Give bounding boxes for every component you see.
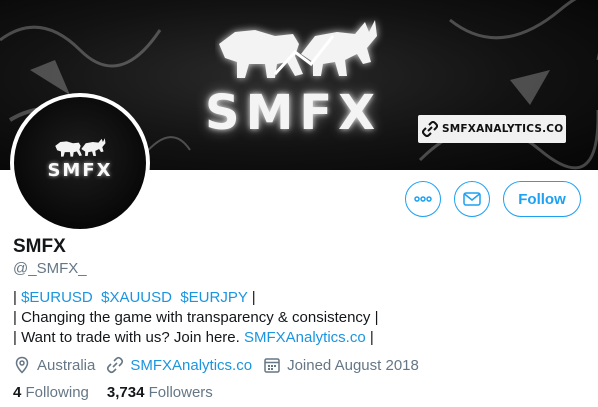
message-button[interactable]	[454, 181, 490, 217]
website-item: SMFXAnalytics.co	[106, 356, 252, 374]
followers-count: 3,734	[106, 384, 145, 401]
profile-meta: Australia SMFXAnalytics.co Joined August…	[13, 355, 430, 375]
bio-line-3: | Want to trade with us? Join here. SMFX…	[13, 328, 379, 348]
follow-button[interactable]: Follow	[503, 181, 581, 217]
bio-text: |	[365, 329, 374, 346]
profile-name: SMFX	[13, 236, 66, 257]
cashtag-link[interactable]: $XAUUSD	[101, 289, 172, 306]
profile-stats: 4 Following 3,734 Followers	[13, 384, 213, 401]
bio-website-link[interactable]: SMFXAnalytics.co	[244, 329, 366, 346]
following-stat[interactable]: 4 Following	[13, 384, 89, 401]
followers-stat[interactable]: 3,734 Followers	[107, 384, 213, 401]
bio-text: | Want to trade with us? Join here.	[13, 329, 244, 346]
location-pin-icon	[15, 356, 29, 374]
profile-handle: @_SMFX_	[13, 260, 87, 277]
envelope-icon	[463, 192, 481, 206]
avatar-image: SMFX	[14, 97, 146, 229]
bull-bear-logo	[219, 20, 377, 78]
bio-text: |	[247, 289, 256, 306]
following-count: 4	[13, 384, 22, 401]
bio-line-2: | Changing the game with transparency & …	[13, 309, 379, 326]
banner-url-text: SMFXANALYTICS.CO	[442, 123, 564, 135]
cashtag-link[interactable]: $EURUSD	[21, 289, 93, 306]
calendar-icon	[264, 358, 280, 373]
followers-label: Followers	[148, 384, 213, 401]
more-options-button[interactable]	[405, 181, 441, 217]
location-text: Australia	[37, 356, 96, 374]
cashtag-link[interactable]: $EURJPY	[180, 289, 247, 306]
following-label: Following	[25, 384, 89, 401]
bio-text: |	[13, 289, 22, 306]
bio-line-1: | $EURUSD $XAUUSD $EURJPY |	[13, 288, 379, 308]
website-link[interactable]: SMFXAnalytics.co	[130, 357, 252, 374]
banner-wordmark: SMFX	[205, 85, 382, 141]
banner-url-badge: SMFXANALYTICS.CO	[418, 115, 566, 143]
profile-bio: | $EURUSD $XAUUSD $EURJPY | | Changing t…	[13, 288, 379, 348]
link-icon	[422, 121, 438, 137]
more-dots-icon	[414, 196, 432, 202]
avatar[interactable]: SMFX	[10, 93, 150, 233]
joined-item: Joined August 2018	[263, 356, 419, 374]
avatar-wordmark: SMFX	[47, 160, 113, 181]
joined-text: Joined August 2018	[287, 356, 419, 374]
link-icon	[107, 356, 124, 374]
location-item: Australia	[13, 356, 95, 374]
avatar-bull-bear-logo	[55, 138, 106, 157]
